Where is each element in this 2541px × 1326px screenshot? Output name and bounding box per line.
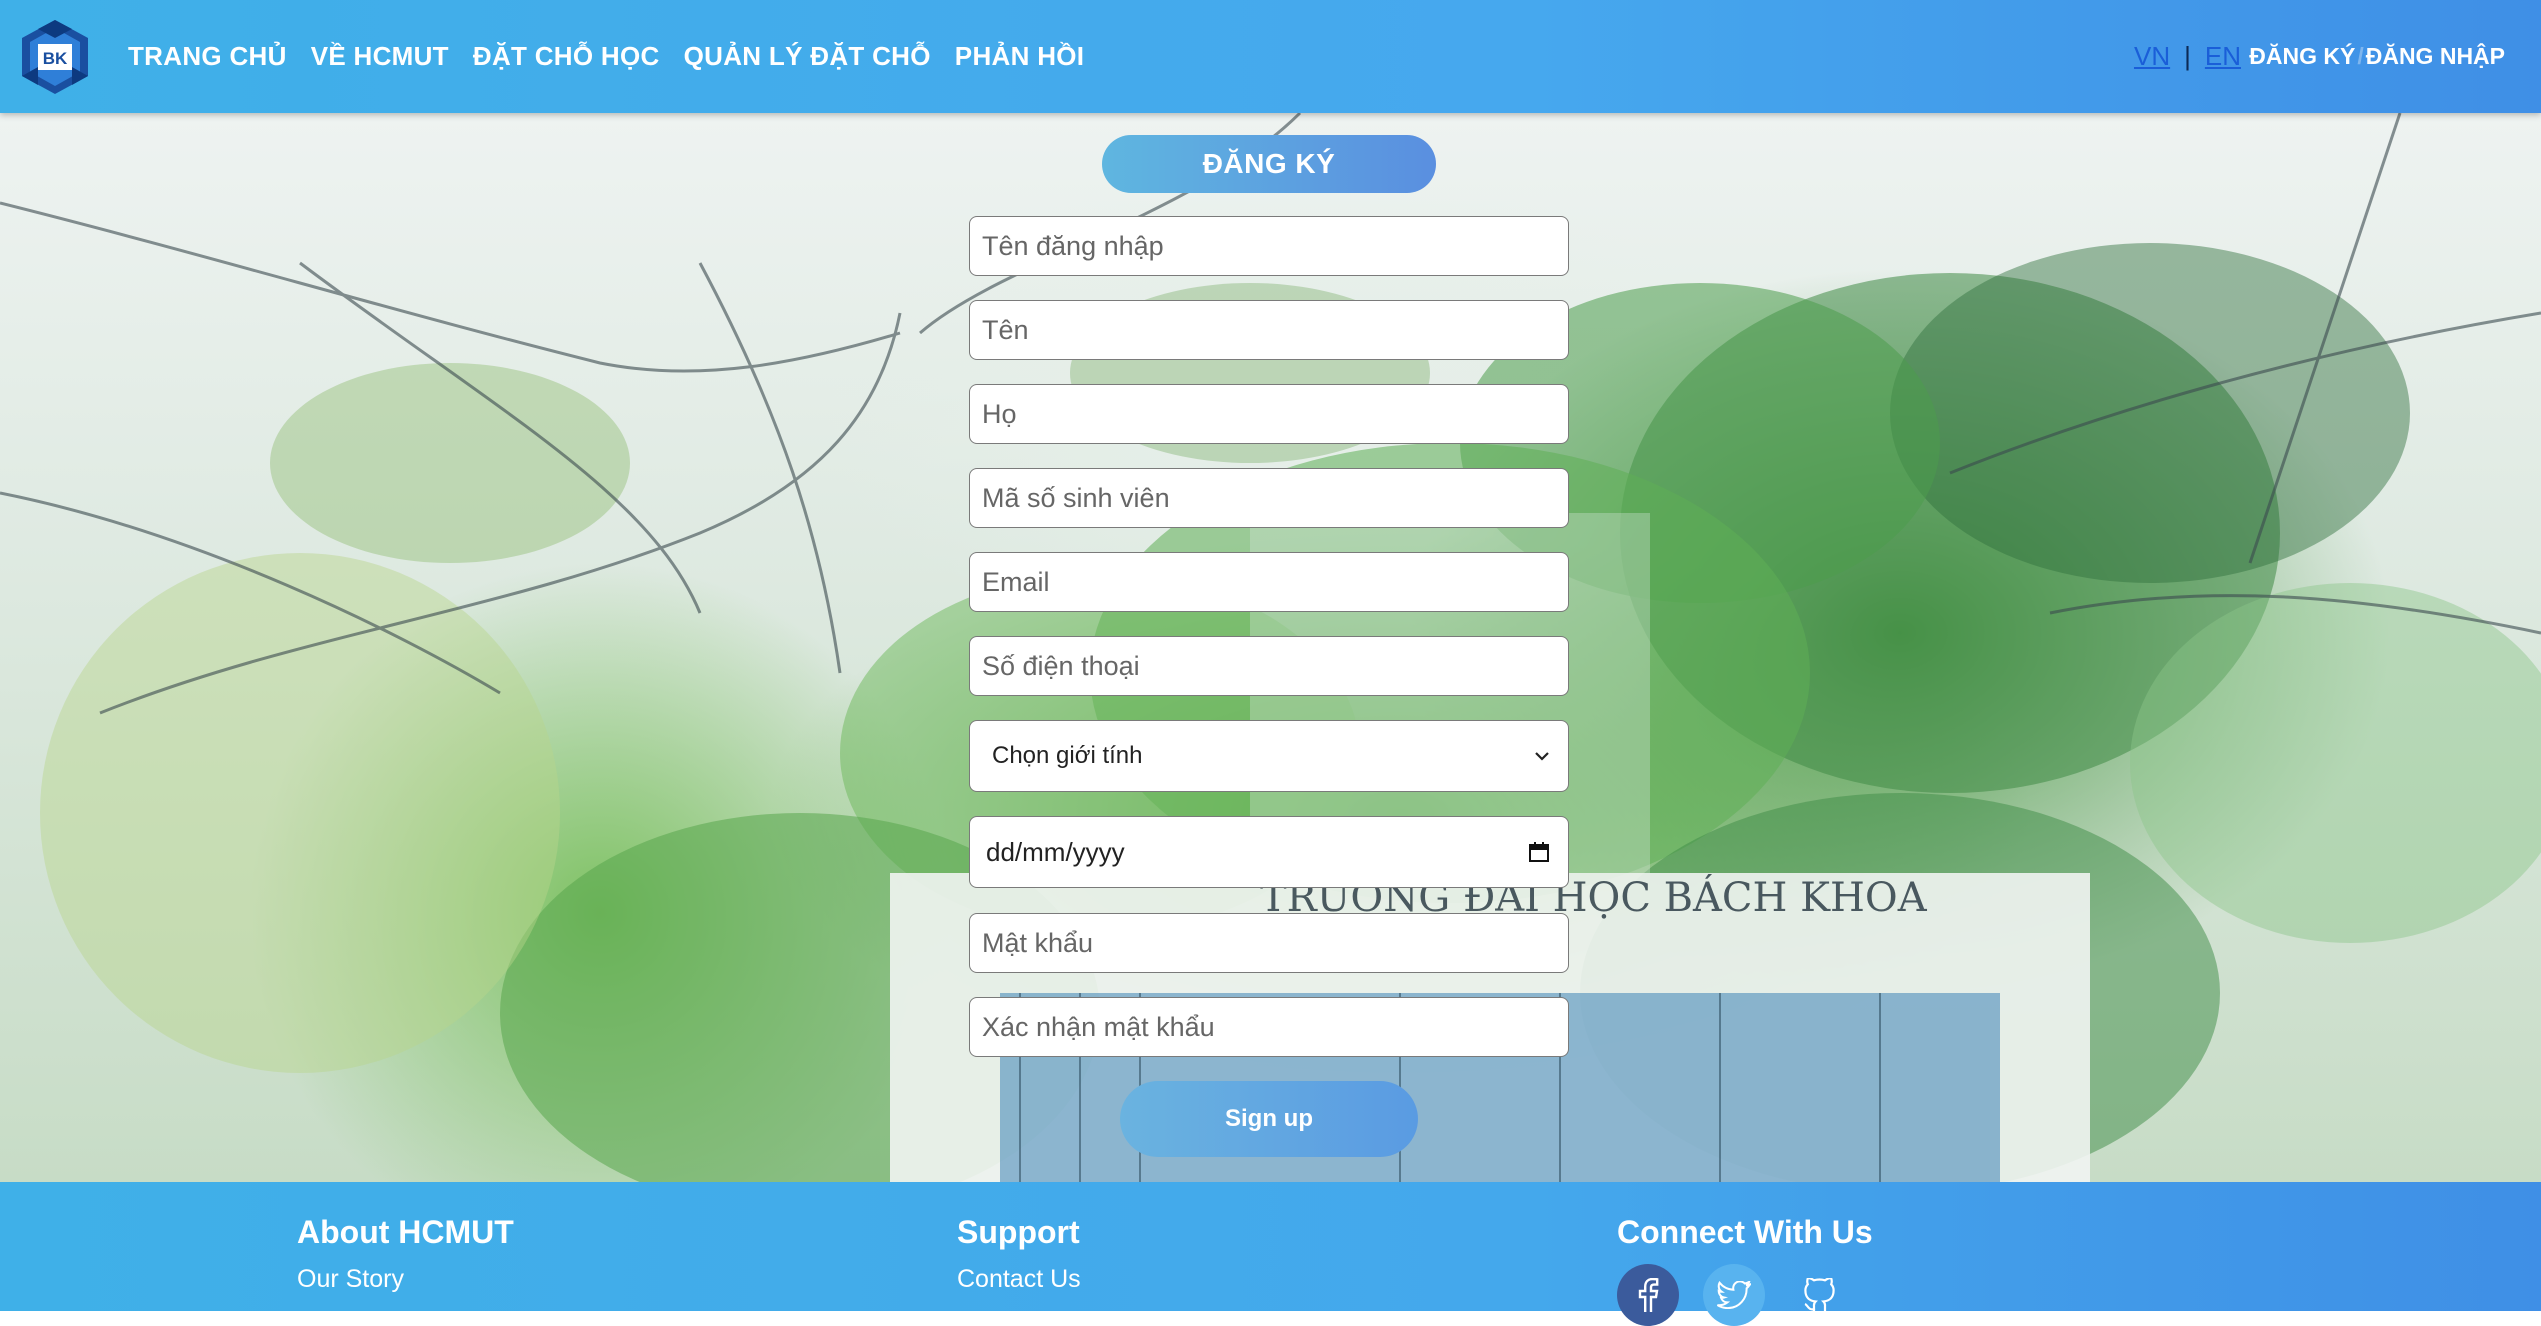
facebook-icon[interactable] [1617,1264,1679,1326]
auth-links: ĐĂNG KÝ / ĐĂNG NHẬP [2249,0,2505,113]
last-name-input[interactable] [969,384,1569,444]
student-id-input[interactable] [969,468,1569,528]
gender-select-value: Chọn giới tính [992,742,1143,769]
top-navbar: BK TRANG CHỦ VỀ HCMUT ĐẶT CHỖ HỌC QUẢN L… [0,0,2541,113]
sign-up-button[interactable]: Sign up [1120,1081,1418,1157]
gender-select[interactable]: Chọn giới tính [969,720,1569,792]
footer-support-column: Support Contact Us [957,1214,1081,1294]
logo-text: BK [43,49,68,68]
calendar-icon[interactable] [1528,841,1550,863]
footer: About HCMUT Our Story Support Contact Us… [0,1182,2541,1326]
github-icon[interactable] [1789,1264,1851,1326]
birthdate-placeholder: dd/mm/yyyy [986,836,1125,867]
password-input[interactable] [969,913,1569,973]
nav-book-seat[interactable]: ĐẶT CHỖ HỌC [473,41,660,72]
email-input[interactable] [969,552,1569,612]
nav-manage-bookings[interactable]: QUẢN LÝ ĐẶT CHỖ [684,41,931,72]
hero-section: TRƯỜNG ĐẠI HỌC BÁCH KHOA H ĐĂNG KÝ Chọn … [0,113,2541,1182]
lang-vn-link[interactable]: VN [2134,41,2170,72]
lang-en-link[interactable]: EN [2205,41,2241,72]
nav-feedback[interactable]: PHẢN HỒI [955,41,1085,72]
language-switcher: VN | EN [2134,0,2241,113]
first-name-input[interactable] [969,300,1569,360]
nav-about[interactable]: VỀ HCMUT [311,41,449,72]
username-input[interactable] [969,216,1569,276]
auth-separator: / [2357,43,2364,69]
footer-support-title: Support [957,1214,1080,1250]
footer-connect-title: Connect With Us [1617,1214,1873,1250]
footer-connect-column: Connect With Us [1617,1214,1873,1251]
login-link[interactable]: ĐĂNG NHẬP [2366,43,2505,70]
chevron-down-icon [1535,752,1549,761]
our-story-link[interactable]: Our Story [297,1265,514,1294]
footer-about-title: About HCMUT [297,1214,514,1250]
contact-us-link[interactable]: Contact Us [957,1265,1081,1294]
twitter-icon[interactable] [1703,1264,1765,1326]
main-nav: TRANG CHỦ VỀ HCMUT ĐẶT CHỖ HỌC QUẢN LÝ Đ… [128,0,1084,113]
footer-about-column: About HCMUT Our Story [297,1214,514,1294]
register-form-title: ĐĂNG KÝ [1102,135,1436,193]
nav-home[interactable]: TRANG CHỦ [128,41,287,72]
register-link[interactable]: ĐĂNG KÝ [2249,43,2355,70]
lang-separator: | [2184,41,2191,71]
birthdate-input[interactable]: dd/mm/yyyy [969,816,1569,888]
confirm-password-input[interactable] [969,997,1569,1057]
hcmut-logo-icon[interactable]: BK [16,18,94,96]
phone-input[interactable] [969,636,1569,696]
